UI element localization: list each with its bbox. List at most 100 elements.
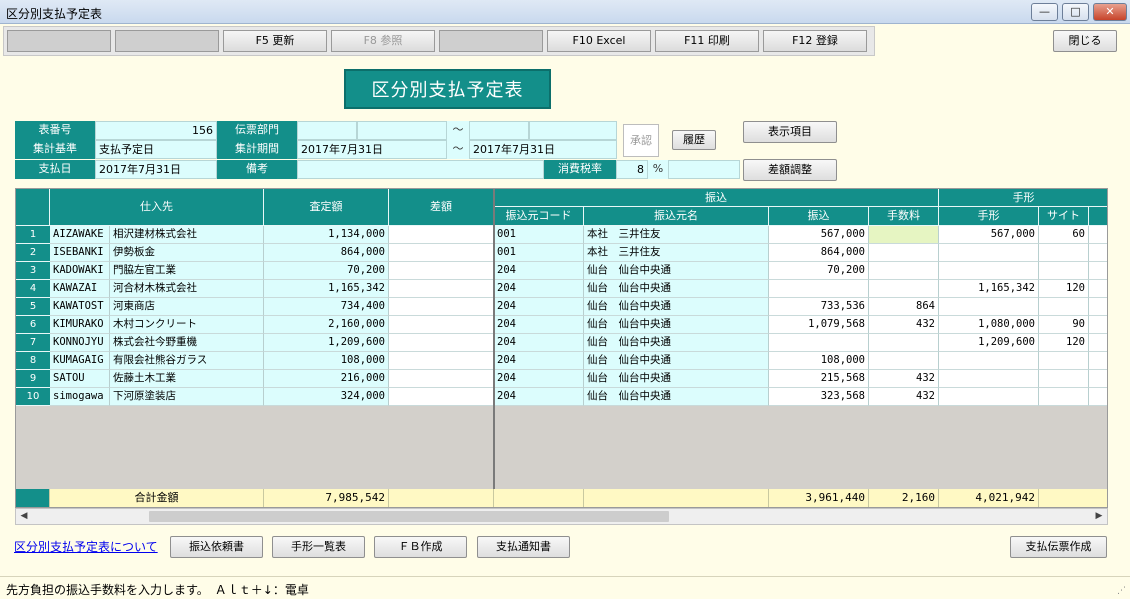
cell-fee[interactable]: 432 bbox=[869, 316, 939, 334]
cell-site[interactable]: 120 bbox=[1039, 334, 1089, 352]
help-link[interactable]: 区分別支払予定表について bbox=[14, 538, 158, 555]
cell-bill[interactable]: 1,209,600 bbox=[939, 334, 1039, 352]
cell-src-code[interactable]: 204 bbox=[494, 316, 584, 334]
period-to-field[interactable]: 2017年7月31日 bbox=[469, 140, 617, 159]
close-window-button[interactable]: ✕ bbox=[1093, 3, 1127, 21]
cell-transfer[interactable] bbox=[769, 280, 869, 298]
cell-code[interactable]: simogawa bbox=[50, 388, 110, 406]
cell-extra[interactable] bbox=[1089, 388, 1107, 406]
cell-assessed[interactable]: 324,000 bbox=[264, 388, 389, 406]
row-number[interactable]: 6 bbox=[16, 316, 50, 334]
cell-assessed[interactable]: 108,000 bbox=[264, 352, 389, 370]
row-number[interactable]: 2 bbox=[16, 244, 50, 262]
cell-transfer[interactable]: 733,536 bbox=[769, 298, 869, 316]
cell-transfer[interactable]: 1,079,568 bbox=[769, 316, 869, 334]
cell-diff[interactable] bbox=[389, 352, 494, 370]
cell-fee[interactable]: 864 bbox=[869, 298, 939, 316]
cell-diff[interactable] bbox=[389, 226, 494, 244]
minimize-button[interactable]: — bbox=[1031, 3, 1058, 21]
cell-code[interactable]: KONNOJYU bbox=[50, 334, 110, 352]
cell-site[interactable] bbox=[1039, 262, 1089, 280]
row-number[interactable]: 9 bbox=[16, 370, 50, 388]
cell-diff[interactable] bbox=[389, 298, 494, 316]
cell-name[interactable]: 河東商店 bbox=[110, 298, 264, 316]
row-number[interactable]: 7 bbox=[16, 334, 50, 352]
cell-transfer[interactable]: 108,000 bbox=[769, 352, 869, 370]
cell-code[interactable]: KUMAGAIG bbox=[50, 352, 110, 370]
cell-src-code[interactable]: 001 bbox=[494, 244, 584, 262]
cell-fee[interactable] bbox=[869, 226, 939, 244]
cell-src-code[interactable]: 204 bbox=[494, 280, 584, 298]
row-number[interactable]: 10 bbox=[16, 388, 50, 406]
f5-refresh-button[interactable]: F5 更新 bbox=[223, 30, 327, 52]
cell-site[interactable]: 60 bbox=[1039, 226, 1089, 244]
cell-src-code[interactable]: 204 bbox=[494, 388, 584, 406]
note-field[interactable] bbox=[297, 160, 544, 179]
display-items-button[interactable]: 表示項目 bbox=[743, 121, 837, 143]
cell-extra[interactable] bbox=[1089, 352, 1107, 370]
dept-to-code[interactable] bbox=[469, 121, 529, 140]
cell-assessed[interactable]: 734,400 bbox=[264, 298, 389, 316]
scroll-thumb[interactable] bbox=[149, 511, 669, 522]
cell-diff[interactable] bbox=[389, 388, 494, 406]
f12-register-button[interactable]: F12 登録 bbox=[763, 30, 867, 52]
pay-notice-button[interactable]: 支払通知書 bbox=[477, 536, 570, 558]
cell-diff[interactable] bbox=[389, 280, 494, 298]
cell-src-name[interactable]: 仙台 仙台中央通 bbox=[584, 370, 769, 388]
cell-code[interactable]: SATOU bbox=[50, 370, 110, 388]
cell-name[interactable]: 有限会社熊谷ガラス bbox=[110, 352, 264, 370]
cell-transfer[interactable]: 70,200 bbox=[769, 262, 869, 280]
dept-from-code[interactable] bbox=[297, 121, 357, 140]
cell-name[interactable]: 門脇左官工業 bbox=[110, 262, 264, 280]
f11-print-button[interactable]: F11 印刷 bbox=[655, 30, 759, 52]
cell-code[interactable]: AIZAWAKE bbox=[50, 226, 110, 244]
cell-bill[interactable]: 1,080,000 bbox=[939, 316, 1039, 334]
scroll-left-icon[interactable]: ◀ bbox=[16, 509, 32, 524]
cell-diff[interactable] bbox=[389, 244, 494, 262]
cell-src-name[interactable]: 仙台 仙台中央通 bbox=[584, 298, 769, 316]
cell-transfer[interactable]: 215,568 bbox=[769, 370, 869, 388]
cell-src-name[interactable]: 仙台 仙台中央通 bbox=[584, 280, 769, 298]
cell-site[interactable]: 90 bbox=[1039, 316, 1089, 334]
transfer-request-button[interactable]: 振込依頼書 bbox=[170, 536, 263, 558]
cell-transfer[interactable]: 323,568 bbox=[769, 388, 869, 406]
basis-field[interactable]: 支払予定日 bbox=[95, 140, 217, 159]
cell-site[interactable] bbox=[1039, 370, 1089, 388]
cell-bill[interactable] bbox=[939, 370, 1039, 388]
cell-assessed[interactable]: 70,200 bbox=[264, 262, 389, 280]
cell-fee[interactable] bbox=[869, 352, 939, 370]
cell-src-name[interactable]: 仙台 仙台中央通 bbox=[584, 316, 769, 334]
horizontal-scrollbar[interactable]: ◀ ▶ bbox=[15, 508, 1108, 525]
cell-assessed[interactable]: 1,165,342 bbox=[264, 280, 389, 298]
cell-bill[interactable]: 567,000 bbox=[939, 226, 1039, 244]
cell-name[interactable]: 木村コンクリート bbox=[110, 316, 264, 334]
period-from-field[interactable]: 2017年7月31日 bbox=[297, 140, 447, 159]
cell-bill[interactable] bbox=[939, 388, 1039, 406]
fb-create-button[interactable]: ＦＢ作成 bbox=[374, 536, 467, 558]
cell-diff[interactable] bbox=[389, 334, 494, 352]
row-number[interactable]: 4 bbox=[16, 280, 50, 298]
cell-src-code[interactable]: 001 bbox=[494, 226, 584, 244]
cell-assessed[interactable]: 864,000 bbox=[264, 244, 389, 262]
cell-site[interactable] bbox=[1039, 352, 1089, 370]
f8-reference-button[interactable]: F8 参照 bbox=[331, 30, 435, 52]
cell-site[interactable] bbox=[1039, 244, 1089, 262]
cell-src-code[interactable]: 204 bbox=[494, 352, 584, 370]
cell-bill[interactable] bbox=[939, 244, 1039, 262]
table-no-field[interactable]: 156 bbox=[95, 121, 217, 140]
maximize-button[interactable]: □ bbox=[1062, 3, 1089, 21]
cell-transfer[interactable] bbox=[769, 334, 869, 352]
scroll-right-icon[interactable]: ▶ bbox=[1091, 509, 1107, 524]
cell-site[interactable] bbox=[1039, 298, 1089, 316]
cell-name[interactable]: 河合材木株式会社 bbox=[110, 280, 264, 298]
cell-src-code[interactable]: 204 bbox=[494, 262, 584, 280]
cell-diff[interactable] bbox=[389, 370, 494, 388]
cell-code[interactable]: KIMURAKO bbox=[50, 316, 110, 334]
cell-src-code[interactable]: 204 bbox=[494, 334, 584, 352]
row-number[interactable]: 3 bbox=[16, 262, 50, 280]
cell-extra[interactable] bbox=[1089, 244, 1107, 262]
bill-list-button[interactable]: 手形一覧表 bbox=[272, 536, 365, 558]
cell-bill[interactable] bbox=[939, 262, 1039, 280]
cell-bill[interactable]: 1,165,342 bbox=[939, 280, 1039, 298]
cell-assessed[interactable]: 2,160,000 bbox=[264, 316, 389, 334]
